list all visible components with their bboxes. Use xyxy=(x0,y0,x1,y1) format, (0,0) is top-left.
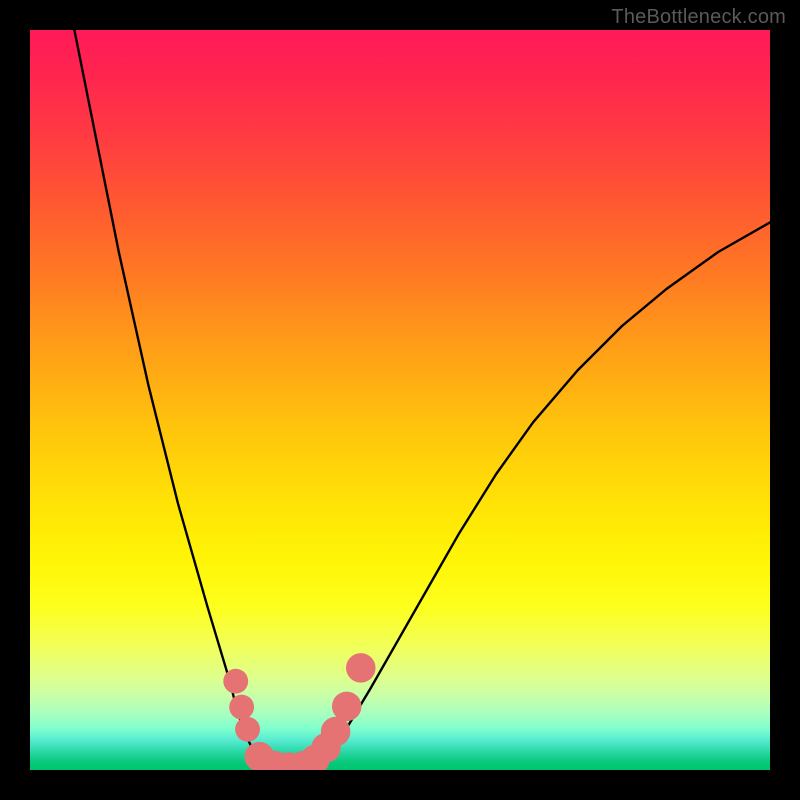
highlight-dot xyxy=(332,692,362,722)
highlight-dot xyxy=(321,717,351,747)
highlight-dot xyxy=(235,717,260,742)
highlight-dot xyxy=(223,669,248,694)
highlight-dot xyxy=(229,695,254,720)
highlight-dot xyxy=(346,653,376,683)
curve-path xyxy=(74,30,770,770)
watermark-text: TheBottleneck.com xyxy=(611,6,786,29)
curve-layer xyxy=(30,30,770,770)
plot-area xyxy=(30,30,770,770)
chart-frame: TheBottleneck.com xyxy=(0,0,800,800)
bottleneck-curve xyxy=(74,30,770,770)
highlight-dots xyxy=(223,653,375,770)
